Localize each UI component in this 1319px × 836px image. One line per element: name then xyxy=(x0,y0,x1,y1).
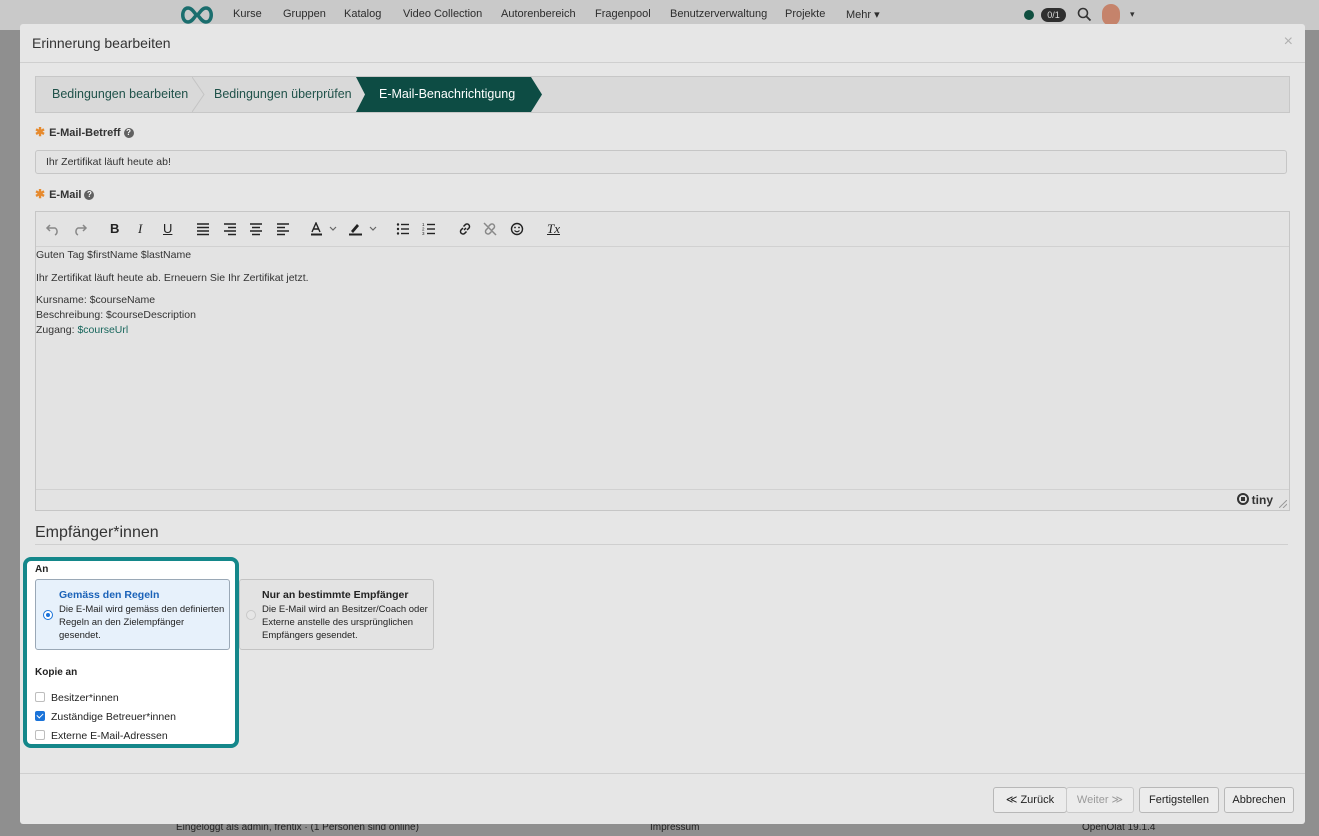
resize-handle-icon[interactable] xyxy=(1279,500,1287,508)
finish-button[interactable]: Fertigstellen xyxy=(1139,787,1219,813)
option-specific-title: Nur an bestimmte Empfänger xyxy=(262,589,409,601)
redo-icon[interactable] xyxy=(72,222,88,236)
email-access-prefix: Zugang: xyxy=(36,324,78,336)
copy-owners-label: Besitzer*innen xyxy=(51,692,119,704)
email-intro-line: Ihr Zertifikat läuft heute ab. Erneuern … xyxy=(36,272,309,284)
section-divider xyxy=(35,544,1288,545)
email-course-name-line: Kursname: $courseName xyxy=(36,294,156,306)
nav-mehr[interactable]: Mehr ▾ xyxy=(846,8,880,21)
copy-owners-option[interactable]: Besitzer*innen xyxy=(35,692,119,704)
subject-label-text: E-Mail-Betreff xyxy=(49,127,121,139)
clear-format-icon[interactable]: Tx xyxy=(547,221,560,237)
next-button[interactable]: Weiter ≫ xyxy=(1066,787,1134,813)
recipients-highlight-frame: An Gemäss den Regeln Die E-Mail wird gem… xyxy=(23,557,434,748)
subject-input[interactable] xyxy=(35,150,1287,174)
align-right-icon[interactable] xyxy=(223,222,239,236)
editor-toolbar: B I U 123 Tx xyxy=(36,212,1289,247)
active-step-notch-icon xyxy=(356,77,365,112)
email-access-line: Zugang: $courseUrl xyxy=(36,323,128,338)
nav-projekte[interactable]: Projekte xyxy=(785,8,825,20)
option-rules-title: Gemäss den Regeln xyxy=(59,589,160,601)
align-left-icon[interactable] xyxy=(276,222,292,236)
copy-coaches-option[interactable]: Zuständige Betreuer*innen xyxy=(35,711,176,723)
unlink-icon[interactable] xyxy=(483,222,499,236)
recipients-section-title: Empfänger*innen xyxy=(35,524,159,541)
dialog-title: Erinnerung bearbeiten xyxy=(32,35,171,51)
underline-icon[interactable]: U xyxy=(163,221,172,236)
svg-text:3: 3 xyxy=(422,231,425,236)
dialog-header: Erinnerung bearbeiten × xyxy=(20,24,1305,63)
bullet-list-icon[interactable] xyxy=(396,222,412,236)
option-specific-recipients[interactable]: Nur an bestimmte Empfänger Die E-Mail wi… xyxy=(239,579,434,650)
align-center-icon[interactable] xyxy=(249,222,265,236)
nav-gruppen[interactable]: Gruppen xyxy=(283,8,326,20)
wizard-step-check-conditions[interactable]: Bedingungen überprüfen xyxy=(214,77,352,112)
required-star-icon: ✱ xyxy=(35,125,46,139)
course-url-link[interactable]: $courseUrl xyxy=(77,324,128,336)
undo-icon[interactable] xyxy=(45,222,61,236)
radio-selected-icon[interactable] xyxy=(43,610,53,620)
to-label: An xyxy=(35,564,49,575)
help-icon[interactable]: ? xyxy=(84,190,95,200)
email-label: ✱ E-Mail? xyxy=(35,187,95,201)
user-menu-caret-icon[interactable]: ▾ xyxy=(1130,9,1135,20)
wizard-step-email-notification[interactable]: E-Mail-Benachrichtigung xyxy=(356,77,531,112)
copy-coaches-label: Zuständige Betreuer*innen xyxy=(51,711,176,723)
copy-external-option[interactable]: Externe E-Mail-Adressen xyxy=(35,730,168,742)
numbered-list-icon[interactable]: 123 xyxy=(422,222,438,236)
tiny-brand-label: tiny xyxy=(1251,493,1273,507)
wizard-step-edit-conditions[interactable]: Bedingungen bearbeiten xyxy=(52,77,188,112)
link-icon[interactable] xyxy=(458,222,474,236)
checkbox-unchecked-icon[interactable] xyxy=(35,730,45,740)
edit-reminder-dialog: Erinnerung bearbeiten × Bedingungen bear… xyxy=(20,24,1305,824)
email-description-line: Beschreibung: $courseDescription xyxy=(36,309,196,321)
checkbox-unchecked-icon[interactable] xyxy=(35,692,45,702)
option-rules-description: Die E-Mail wird gemäss den definierten R… xyxy=(59,604,225,641)
openolat-logo[interactable] xyxy=(178,5,216,25)
notification-counter[interactable]: 0/1 xyxy=(1041,8,1066,22)
page-footer: Eingeloggt als admin, frentix · (1 Perso… xyxy=(0,822,1319,836)
checkbox-checked-icon[interactable] xyxy=(35,711,45,721)
nav-video-collection[interactable]: Video Collection xyxy=(403,8,482,20)
option-according-to-rules[interactable]: Gemäss den Regeln Die E-Mail wird gemäss… xyxy=(35,579,230,650)
nav-benutzerverwaltung[interactable]: Benutzerverwaltung xyxy=(670,8,767,20)
wizard-steps: Bedingungen bearbeiten Bedingungen überp… xyxy=(35,76,1290,113)
highlight-icon[interactable] xyxy=(348,222,380,236)
search-icon[interactable] xyxy=(1077,7,1092,22)
user-avatar[interactable] xyxy=(1102,4,1120,26)
email-greeting-line: Guten Tag $firstName $lastName xyxy=(36,249,192,261)
align-justify-icon[interactable] xyxy=(196,222,212,236)
email-label-text: E-Mail xyxy=(49,189,82,201)
close-icon[interactable]: × xyxy=(1284,33,1293,51)
editor-statusbar: tiny xyxy=(36,489,1289,510)
help-icon[interactable]: ? xyxy=(123,128,134,138)
editor-content[interactable]: Guten Tag $firstName $lastName Ihr Zerti… xyxy=(36,248,1289,488)
radio-unselected-icon[interactable] xyxy=(246,610,256,620)
cancel-button[interactable]: Abbrechen xyxy=(1224,787,1294,813)
option-specific-description: Die E-Mail wird an Besitzer/Coach oder E… xyxy=(262,604,428,641)
footer-divider xyxy=(20,773,1305,774)
nav-autorenbereich[interactable]: Autorenbereich xyxy=(501,8,576,20)
copy-to-label: Kopie an xyxy=(35,667,78,678)
tiny-logo-icon xyxy=(1236,493,1249,505)
italic-icon[interactable]: I xyxy=(138,221,142,237)
tiny-brand[interactable]: tiny xyxy=(1236,493,1273,507)
bold-icon[interactable]: B xyxy=(110,221,119,236)
emoji-icon[interactable] xyxy=(510,222,526,236)
text-color-icon[interactable] xyxy=(310,222,340,236)
required-star-icon: ✱ xyxy=(35,187,46,201)
nav-fragenpool[interactable]: Fragenpool xyxy=(595,8,651,20)
step-separator-icon xyxy=(192,77,205,112)
wizard-step-email-label: E-Mail-Benachrichtigung xyxy=(379,87,516,101)
nav-kurse[interactable]: Kurse xyxy=(233,8,262,20)
back-button[interactable]: ≪ Zurück xyxy=(993,787,1067,813)
rich-text-editor: B I U 123 Tx Guten Tag $firstName $lastN… xyxy=(35,211,1290,511)
active-step-arrow-icon xyxy=(531,77,542,112)
nav-katalog[interactable]: Katalog xyxy=(344,8,381,20)
online-status-icon xyxy=(1024,10,1034,20)
copy-external-label: Externe E-Mail-Adressen xyxy=(51,730,168,742)
subject-label: ✱ E-Mail-Betreff? xyxy=(35,125,134,139)
